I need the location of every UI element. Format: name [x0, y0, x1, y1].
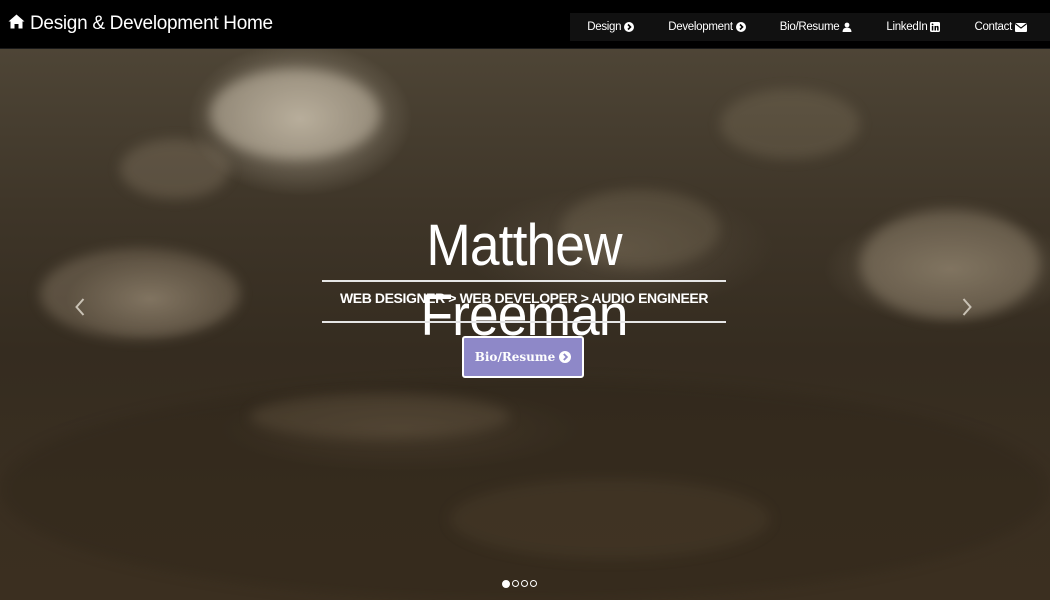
linkedin-icon: [930, 22, 941, 32]
nav-item-design[interactable]: Design: [570, 13, 651, 41]
chevron-circle-right-icon: [559, 351, 572, 363]
page: Design & Development Home Design Develop…: [0, 0, 1050, 600]
navbar: Design & Development Home Design Develop…: [0, 0, 1050, 49]
nav-item-development[interactable]: Development: [651, 13, 762, 41]
nav-item-label: Design: [587, 21, 622, 33]
nav-item-label: LinkedIn: [886, 21, 928, 33]
nav-item-linkedin[interactable]: LinkedIn: [869, 13, 957, 41]
carousel-indicator[interactable]: [502, 580, 510, 588]
carousel-indicator[interactable]: [530, 580, 537, 587]
brand-label: Design & Development Home: [30, 13, 273, 34]
title-divider-top: [322, 280, 726, 282]
cta-label: Bio/Resume: [474, 350, 556, 364]
title-divider-bottom: [322, 321, 726, 323]
carousel-prev-button[interactable]: [65, 297, 95, 321]
chevron-circle-right-icon: [624, 22, 635, 32]
bio-resume-button[interactable]: Bio/Resume: [462, 336, 584, 378]
nav-item-label: Development: [668, 21, 733, 33]
envelope-icon: [1015, 22, 1027, 32]
carousel-indicators: [502, 580, 537, 588]
chevron-circle-right-icon: [735, 22, 746, 32]
main-nav: Design Development Bio/Resume LinkedIn C…: [570, 13, 1050, 41]
nav-item-label: Bio/Resume: [779, 21, 840, 33]
chevron-left-icon: [75, 297, 85, 321]
home-icon: [8, 13, 30, 35]
carousel-next-button[interactable]: [952, 297, 982, 321]
carousel-indicator[interactable]: [512, 580, 519, 587]
nav-item-bio-resume[interactable]: Bio/Resume: [763, 13, 870, 41]
user-icon: [842, 22, 852, 32]
hero-carousel: Matthew Freeman WEB DESIGNER > WEB DEVEL…: [0, 49, 1050, 600]
carousel-indicator[interactable]: [521, 580, 528, 587]
nav-item-label: Contact: [974, 21, 1012, 33]
brand-link[interactable]: Design & Development Home: [8, 0, 273, 48]
hero-subtitle: WEB DESIGNER > WEB DEVELOPER > AUDIO ENG…: [339, 290, 709, 306]
chevron-right-icon: [962, 297, 972, 321]
nav-item-contact[interactable]: Contact: [957, 13, 1044, 41]
